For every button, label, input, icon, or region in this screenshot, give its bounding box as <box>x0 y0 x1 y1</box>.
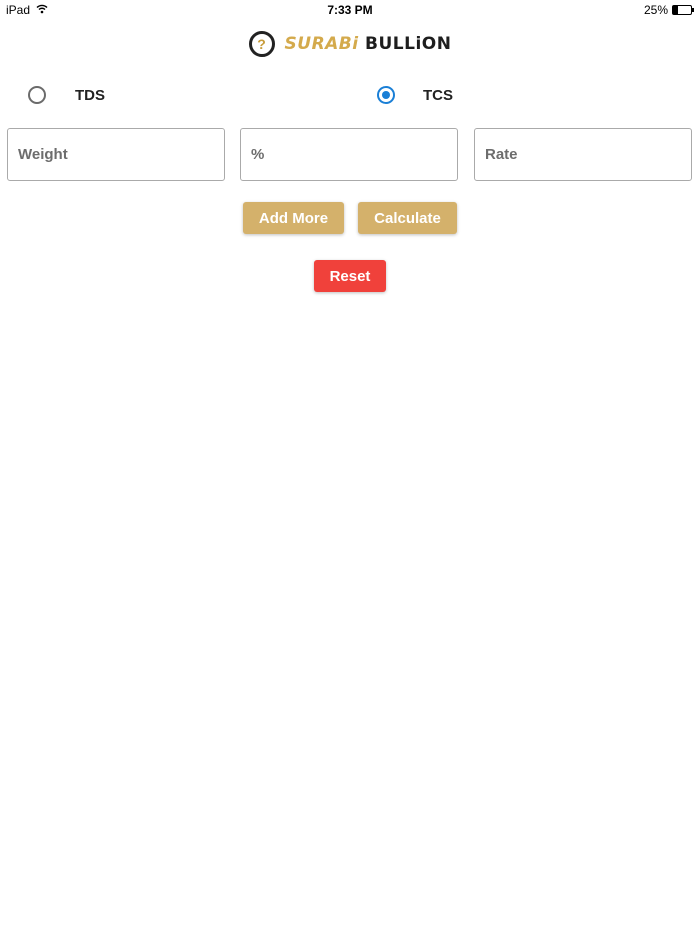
weight-input[interactable] <box>8 129 224 180</box>
logo-text-bullion: BULLiON <box>365 34 452 54</box>
rate-input[interactable] <box>475 129 691 180</box>
logo-mark-glyph: ? <box>257 36 266 52</box>
percent-input[interactable] <box>241 129 457 180</box>
logo-text-surabi: SURABi <box>284 34 359 54</box>
weight-field-container <box>7 128 225 181</box>
radio-option-tcs[interactable]: TCS <box>377 86 453 104</box>
logo-text: SURABi BULLiON <box>285 34 452 54</box>
percent-field-container <box>240 128 458 181</box>
radio-option-tds[interactable]: TDS <box>28 86 105 104</box>
tax-type-radio-group: TDS TCS <box>0 86 700 106</box>
status-right: 25% <box>643 3 694 17</box>
rate-field-container <box>474 128 692 181</box>
battery-level <box>673 6 678 14</box>
logo-mark-icon: ? <box>248 31 275 57</box>
app-logo: ? SURABi BULLiON <box>0 28 700 60</box>
reset-button[interactable]: Reset <box>314 260 386 292</box>
radio-label-tds: TDS <box>75 86 105 104</box>
radio-button-tcs[interactable] <box>377 86 395 104</box>
battery-percent: 25% <box>643 3 668 17</box>
calculate-button[interactable]: Calculate <box>358 202 457 234</box>
status-time: 7:33 PM <box>327 3 373 17</box>
radio-label-tcs: TCS <box>423 86 453 104</box>
battery-icon <box>672 5 694 15</box>
radio-button-tds[interactable] <box>28 86 46 104</box>
add-more-button[interactable]: Add More <box>243 202 344 234</box>
radio-selected-dot <box>382 91 390 99</box>
status-bar: iPad 7:33 PM 25% <box>0 0 700 20</box>
